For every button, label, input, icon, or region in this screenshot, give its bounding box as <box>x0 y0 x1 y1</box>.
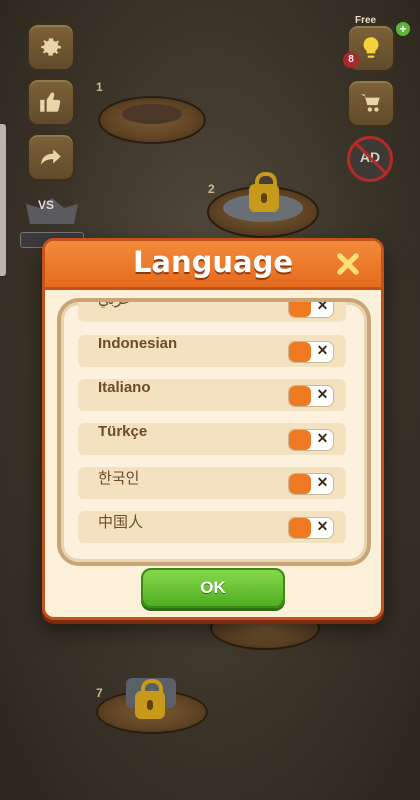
x-mark-icon: ✕ <box>316 386 329 402</box>
level-number: 2 <box>208 182 215 196</box>
share-arrow-icon <box>41 149 61 165</box>
toggle-knob <box>289 302 311 317</box>
language-label: Italiano <box>98 379 151 396</box>
language-toggle[interactable]: ✕ <box>288 298 334 318</box>
language-row[interactable]: عربي ✕ <box>78 298 346 322</box>
level-number: 1 <box>96 80 103 94</box>
toggle-knob <box>289 474 311 494</box>
share-button[interactable] <box>27 133 75 181</box>
dialog-title: Language <box>132 245 294 279</box>
padlock-icon <box>249 172 279 212</box>
close-button[interactable] <box>333 249 363 279</box>
side-drawer-handle[interactable] <box>0 124 6 276</box>
toggle-knob <box>289 518 311 538</box>
furniture-object <box>122 104 182 124</box>
hint-count-badge: 8 <box>343 52 359 68</box>
toggle-knob <box>289 430 311 450</box>
close-icon <box>337 253 359 275</box>
language-toggle[interactable]: ✕ <box>288 429 334 451</box>
lightbulb-icon <box>363 37 379 58</box>
x-mark-icon: ✕ <box>316 342 329 358</box>
shop-button[interactable] <box>347 79 395 127</box>
toggle-knob <box>289 386 311 406</box>
language-toggle[interactable]: ✕ <box>288 473 334 495</box>
language-label: 한국인 <box>98 469 140 487</box>
x-mark-icon: ✕ <box>316 518 329 534</box>
language-toggle[interactable]: ✕ <box>288 385 334 407</box>
dialog-header: Language <box>45 241 381 290</box>
x-mark-icon: ✕ <box>316 474 329 490</box>
ok-button[interactable]: OK <box>141 568 285 608</box>
language-row[interactable]: Italiano ✕ <box>78 379 346 411</box>
language-label: Türkçe <box>98 423 148 440</box>
remove-ads-button[interactable]: AD <box>347 136 393 182</box>
x-mark-icon: ✕ <box>316 298 329 313</box>
language-label: Indonesian <box>98 335 178 352</box>
level-1-platform[interactable] <box>98 96 206 144</box>
ok-button-label: OK <box>200 578 226 597</box>
shopping-cart-icon <box>361 94 380 112</box>
language-toggle[interactable]: ✕ <box>288 517 334 539</box>
gear-icon <box>41 38 61 56</box>
language-row[interactable]: 한국인 ✕ <box>78 467 346 499</box>
padlock-icon <box>135 679 165 719</box>
language-toggle[interactable]: ✕ <box>288 341 334 363</box>
language-row[interactable]: 中国人 ✕ <box>78 511 346 543</box>
level-number: 7 <box>96 686 103 700</box>
language-row[interactable]: Türkçe ✕ <box>78 423 346 455</box>
like-button[interactable] <box>27 78 75 126</box>
add-hint-icon[interactable]: + <box>396 22 410 36</box>
settings-button[interactable] <box>27 23 75 71</box>
language-row[interactable]: Indonesian ✕ <box>78 335 346 367</box>
toggle-knob <box>289 342 311 362</box>
vs-label: VS <box>38 198 55 212</box>
x-mark-icon: ✕ <box>316 430 329 446</box>
language-label: عربي <box>98 298 132 308</box>
thumbs-up-icon <box>40 92 61 112</box>
language-list[interactable]: عربي ✕ Indonesian ✕ Italiano ✕ Türkçe ✕ … <box>57 298 371 566</box>
language-dialog: Language عربي ✕ Indonesian ✕ Italiano ✕ … <box>42 238 384 620</box>
language-label: 中国人 <box>98 513 144 531</box>
